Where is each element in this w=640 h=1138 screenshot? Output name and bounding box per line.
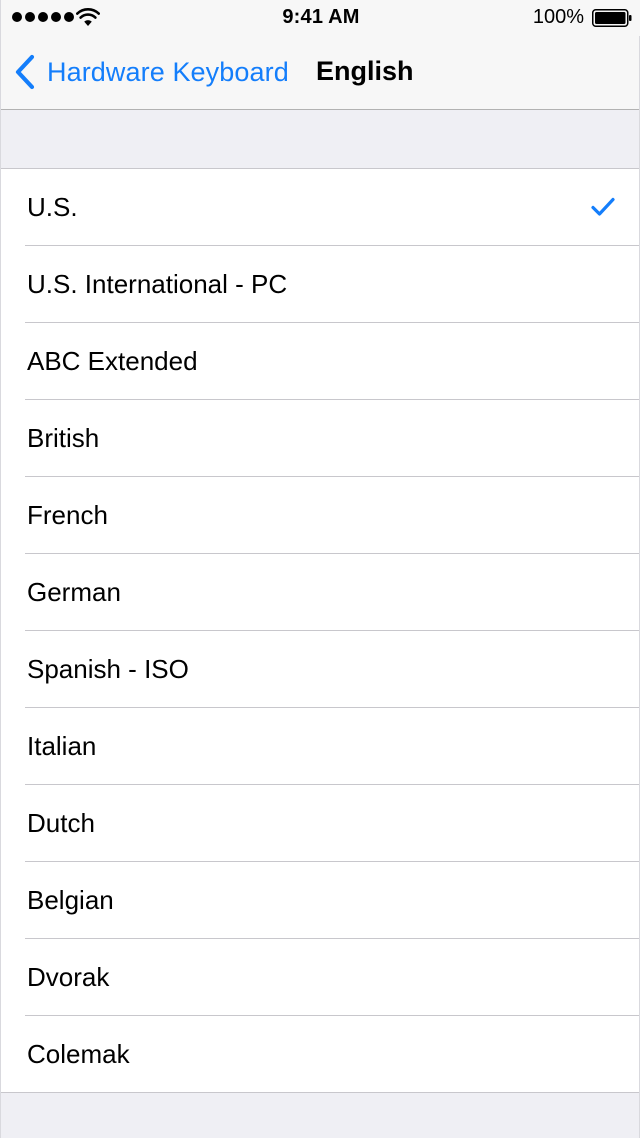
layout-row[interactable]: U.S. bbox=[25, 169, 639, 246]
layout-row[interactable]: Colemak bbox=[25, 1016, 639, 1092]
layout-row-label: British bbox=[27, 422, 100, 453]
layout-row[interactable]: Belgian bbox=[25, 862, 639, 939]
layout-row-label: Italian bbox=[27, 730, 97, 761]
keyboard-layout-list: U.S. U.S. International - PC ABC Extended B… bbox=[1, 168, 639, 1093]
layout-row-label: U.S. bbox=[27, 191, 78, 222]
layout-row[interactable]: British bbox=[25, 400, 639, 477]
settings-screen: 9:41 AM 100% Hardware Keyboard English U… bbox=[0, 0, 640, 1138]
page-title: English bbox=[316, 56, 414, 86]
status-bar: 9:41 AM 100% bbox=[1, 0, 640, 36]
back-button-label: Hardware Keyboard bbox=[47, 56, 289, 87]
layout-row-label: Dvorak bbox=[27, 961, 110, 992]
layout-row[interactable]: Spanish - ISO bbox=[25, 631, 639, 708]
navigation-bar: Hardware Keyboard English bbox=[1, 36, 639, 110]
layout-row-label: German bbox=[27, 576, 121, 607]
layout-row[interactable]: U.S. International - PC bbox=[25, 246, 639, 323]
layout-row-label: U.S. International - PC bbox=[27, 268, 288, 299]
back-button[interactable]: Hardware Keyboard bbox=[13, 52, 289, 92]
layout-row[interactable]: Dutch bbox=[25, 785, 639, 862]
layout-row[interactable]: French bbox=[25, 477, 639, 554]
layout-row-label: Spanish - ISO bbox=[27, 653, 189, 684]
layout-row-label: French bbox=[27, 499, 108, 530]
layout-row-label: Belgian bbox=[27, 884, 114, 915]
layout-row[interactable]: Dvorak bbox=[25, 939, 639, 1016]
layout-row[interactable]: Italian bbox=[25, 708, 639, 785]
layout-row-label: Dutch bbox=[27, 807, 95, 838]
battery-icon bbox=[592, 9, 632, 27]
layout-row-label: ABC Extended bbox=[27, 345, 198, 376]
battery-percent: 100% bbox=[532, 6, 584, 28]
layout-row[interactable]: ABC Extended bbox=[25, 323, 639, 400]
layout-row-label: Colemak bbox=[27, 1038, 130, 1069]
checkmark-icon bbox=[591, 197, 615, 216]
chevron-left-icon bbox=[15, 54, 35, 90]
layout-row[interactable]: German bbox=[25, 554, 639, 631]
